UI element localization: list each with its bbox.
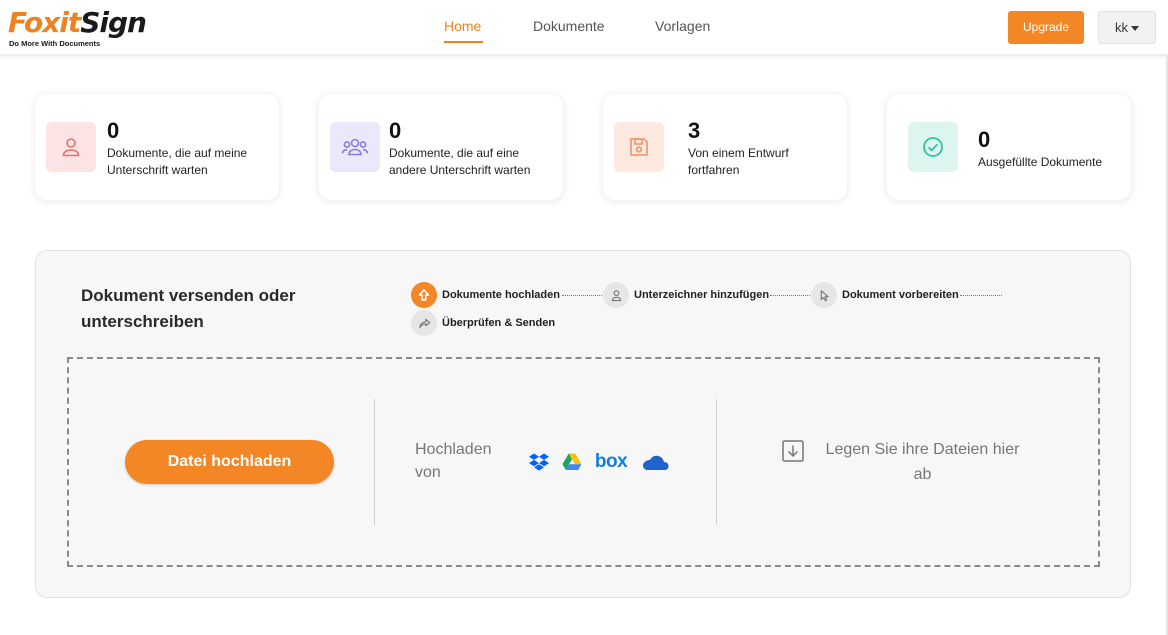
upgrade-button[interactable]: Upgrade — [1008, 11, 1084, 44]
nav-vorlagen[interactable]: Vorlagen — [655, 18, 710, 34]
step-label: Dokumente hochladen — [442, 289, 560, 301]
drop-files-text: Legen Sie ihre Dateien hier ab — [825, 441, 1020, 483]
stat-label: Von einem Entwurf fortfahren — [688, 146, 789, 177]
stat-count: 0 — [107, 118, 120, 143]
share-arrow-icon — [411, 310, 437, 336]
step-add-signers: Unterzeichner hinzufügen — [603, 282, 769, 308]
nav-home[interactable]: Home — [444, 18, 481, 34]
user-menu-button[interactable]: kk — [1098, 11, 1156, 44]
caret-down-icon — [1131, 26, 1139, 32]
user-icon — [603, 282, 629, 308]
users-icon — [330, 122, 380, 172]
stat-card-completed[interactable]: 0 Ausgefüllte Dokumente — [887, 94, 1131, 200]
step-label: Dokument vorbereiten — [842, 289, 959, 301]
step-connector — [562, 295, 602, 296]
stat-card-awaiting-my-signature[interactable]: 0 Dokumente, die auf meine Unterschrift … — [35, 94, 279, 200]
upload-arrow-icon — [411, 282, 437, 308]
step-connector — [770, 295, 810, 296]
step-connector — [960, 295, 1002, 296]
logo-tagline: Do More With Documents — [9, 39, 101, 48]
user-icon — [46, 122, 96, 172]
foxitsign-logo[interactable]: FoxitSign Do More With Documents — [8, 6, 158, 50]
user-initials: kk — [1115, 20, 1128, 35]
cursor-icon — [811, 282, 837, 308]
stat-label: Ausgefüllte Dokumente — [978, 155, 1103, 169]
upload-from-label: Hochladen von — [415, 441, 492, 481]
step-review-send: Überprüfen & Senden — [411, 310, 555, 336]
download-tray-icon — [781, 439, 805, 463]
top-navbar: FoxitSign Do More With Documents Home Do… — [0, 0, 1168, 54]
stat-label: Dokumente, die auf meine Unterschrift wa… — [107, 146, 248, 177]
nav-dokumente[interactable]: Dokumente — [533, 18, 605, 34]
stat-label: Dokumente, die auf eine andere Unterschr… — [389, 146, 531, 177]
stat-count: 3 — [688, 118, 701, 143]
onedrive-icon[interactable] — [640, 451, 670, 473]
step-upload: Dokumente hochladen — [411, 282, 560, 308]
stat-card-drafts[interactable]: 3 Von einem Entwurf fortfahren — [603, 94, 847, 200]
nav-active-indicator — [444, 41, 483, 43]
divider — [716, 399, 717, 525]
panel-title: Dokument versenden oder unterschreiben — [81, 286, 296, 331]
divider — [374, 399, 375, 525]
upload-file-button[interactable]: Datei hochladen — [125, 440, 334, 484]
google-drive-icon[interactable] — [561, 451, 583, 473]
box-icon[interactable]: box — [594, 451, 628, 473]
dropbox-icon[interactable] — [528, 451, 550, 473]
step-prepare: Dokument vorbereiten — [811, 282, 959, 308]
stat-count: 0 — [389, 118, 402, 143]
step-label: Überprüfen & Senden — [442, 317, 556, 329]
stat-count: 0 — [978, 127, 991, 152]
stat-card-awaiting-others[interactable]: 0 Dokumente, die auf eine andere Untersc… — [319, 94, 563, 200]
step-label: Unterzeichner hinzufügen — [634, 289, 770, 301]
check-circle-icon — [908, 122, 958, 172]
save-icon — [614, 122, 664, 172]
